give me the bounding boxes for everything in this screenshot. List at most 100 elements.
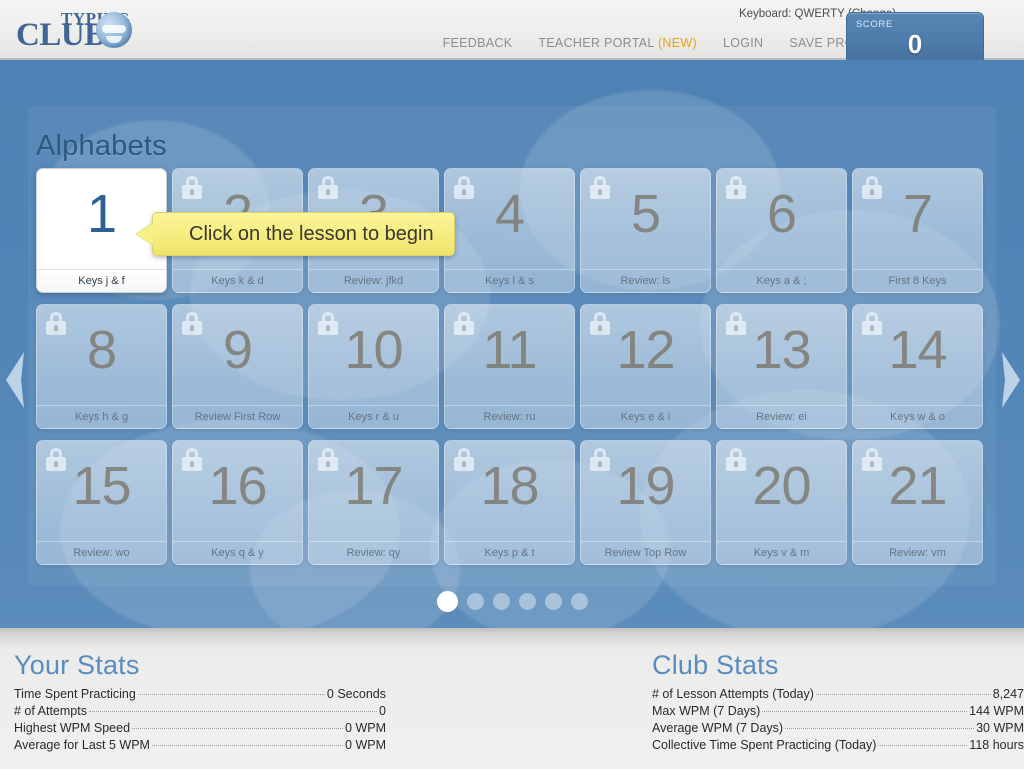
stat-leader-dots	[151, 745, 344, 746]
lesson-number: 4	[494, 184, 525, 244]
lesson-board-background: Alphabets 1Keys j & f2Keys k & d3Review:…	[0, 60, 1024, 628]
lesson-number: 21	[888, 456, 947, 516]
lesson-tile-16[interactable]: 16 Keys q & y	[172, 440, 303, 565]
stat-value: 0 WPM	[345, 721, 386, 735]
lesson-number: 14	[888, 320, 947, 380]
lesson-tile-12[interactable]: 12 Keys e & i	[580, 304, 711, 429]
stat-leader-dots	[88, 711, 378, 712]
stat-row: Time Spent Practicing 0 Seconds	[14, 686, 386, 703]
lesson-tile-21[interactable]: 21 Review: vm	[852, 440, 983, 565]
stat-row: # of Lesson Attempts (Today) 8,247	[652, 686, 1024, 703]
lesson-tile-7[interactable]: 7 First 8 Keys	[852, 168, 983, 293]
lesson-number: 9	[222, 320, 253, 380]
lesson-tile-8[interactable]: 8 Keys h & g	[36, 304, 167, 429]
lesson-tile-18[interactable]: 18 Keys p & t	[444, 440, 575, 565]
score-box: SCORE 0	[846, 12, 984, 62]
lesson-tile-14[interactable]: 14 Keys w & o	[852, 304, 983, 429]
lesson-number: 11	[482, 320, 537, 380]
lesson-row: 8 Keys h & g 9 Review First Row 10 Keys r & u…	[36, 304, 988, 440]
instruction-callout-text: Click on the lesson to begin	[189, 222, 434, 245]
lesson-label: Keys a & ;	[717, 269, 846, 287]
stat-leader-dots	[137, 694, 325, 695]
club-stats-title: Club Stats	[652, 650, 779, 680]
stat-value: 0	[379, 704, 386, 718]
stat-leader-dots	[815, 694, 991, 695]
lesson-tile-15[interactable]: 15 Review: wo	[36, 440, 167, 565]
prev-page-arrow[interactable]	[2, 350, 28, 410]
lesson-number: 19	[616, 456, 675, 516]
stat-row: Max WPM (7 Days) 144 WPM	[652, 703, 1024, 720]
pagination-dot-5[interactable]	[544, 593, 562, 610]
stat-label: Collective Time Spent Practicing (Today)	[652, 738, 877, 752]
stat-value: 8,247	[992, 687, 1024, 701]
stat-label: # of Attempts	[14, 704, 87, 718]
stat-leader-dots	[762, 711, 968, 712]
your-stats-title: Your Stats	[14, 650, 140, 680]
lesson-tile-9[interactable]: 9 Review First Row	[172, 304, 303, 429]
club-stats-panel: Club Stats # of Lesson Attempts (Today) 8…	[652, 650, 1024, 754]
nav-feedback[interactable]: FEEDBACK	[443, 36, 513, 50]
pagination-dot-6[interactable]	[570, 593, 588, 610]
main-navigation: FEEDBACK TEACHER PORTAL (NEW) LOGIN SAVE…	[443, 36, 900, 50]
lesson-number: 16	[208, 456, 267, 516]
chevron-right-icon	[1002, 352, 1020, 408]
stat-value: 118 hours	[969, 738, 1024, 752]
lesson-label: Keys q & y	[173, 541, 302, 559]
lesson-tile-5[interactable]: 5 Review: ls	[580, 168, 711, 293]
lesson-tile-11[interactable]: 11 Review: ru	[444, 304, 575, 429]
mascot-icon	[96, 12, 132, 48]
next-page-arrow[interactable]	[998, 350, 1024, 410]
stat-leader-dots	[785, 728, 975, 729]
lesson-number: 10	[344, 320, 403, 380]
lesson-label: Keys e & i	[581, 405, 710, 423]
nav-login[interactable]: LOGIN	[723, 36, 763, 50]
lesson-label: Review: ei	[717, 405, 846, 423]
lesson-label: Keys h & g	[37, 405, 166, 423]
stat-row: Average for Last 5 WPM 0 WPM	[14, 737, 386, 754]
chevron-left-icon	[6, 352, 24, 408]
lesson-number: 5	[630, 184, 661, 244]
carousel-pagination	[0, 591, 1024, 612]
pagination-dot-1[interactable]	[436, 591, 458, 612]
stat-row: Collective Time Spent Practicing (Today)…	[652, 737, 1024, 754]
stat-label: Max WPM (7 Days)	[652, 704, 761, 718]
lesson-tile-4[interactable]: 4 Keys l & s	[444, 168, 575, 293]
lesson-tile-17[interactable]: 17 Review: qy	[308, 440, 439, 565]
pagination-dot-2[interactable]	[466, 593, 484, 610]
lesson-tile-13[interactable]: 13 Review: ei	[716, 304, 847, 429]
stat-label: Highest WPM Speed	[14, 721, 131, 735]
lesson-number: 12	[616, 320, 675, 380]
pagination-dot-3[interactable]	[492, 593, 510, 610]
lesson-number: 20	[752, 456, 811, 516]
your-stats-panel: Your Stats Time Spent Practicing 0 Second…	[14, 650, 386, 754]
page-title: Alphabets	[36, 130, 167, 162]
lesson-label: Review First Row	[173, 405, 302, 423]
stat-row: Average WPM (7 Days) 30 WPM	[652, 720, 1024, 737]
lesson-label: Review: qy	[309, 541, 438, 559]
stat-label: Average WPM (7 Days)	[652, 721, 784, 735]
lesson-tile-10[interactable]: 10 Keys r & u	[308, 304, 439, 429]
lesson-label: Keys r & u	[309, 405, 438, 423]
lesson-label: Keys k & d	[173, 269, 302, 287]
typingclub-logo[interactable]: CLUB TYPING	[14, 6, 144, 53]
score-value: 0	[907, 29, 923, 59]
app-header: CLUB TYPING Keyboard: QWERTY (Change) FE…	[0, 0, 1024, 62]
lesson-tile-20[interactable]: 20 Keys v & m	[716, 440, 847, 565]
lesson-label: Keys w & o	[853, 405, 982, 423]
stat-value: 144 WPM	[969, 704, 1024, 718]
lesson-label: Keys p & t	[445, 541, 574, 559]
nav-new-badge: (NEW)	[657, 36, 697, 50]
lesson-label: Keys l & s	[445, 269, 574, 287]
pagination-dot-4[interactable]	[518, 593, 536, 610]
lesson-number: 7	[902, 184, 933, 244]
lesson-label: Review: ru	[445, 405, 574, 423]
stat-value: 0 WPM	[345, 738, 386, 752]
nav-teacher-portal[interactable]: TEACHER PORTAL (NEW)	[538, 36, 697, 50]
lesson-number: 17	[344, 456, 403, 516]
lesson-tile-6[interactable]: 6 Keys a & ;	[716, 168, 847, 293]
lesson-label: Review: ls	[581, 269, 710, 287]
stat-label: Time Spent Practicing	[14, 687, 136, 701]
lesson-tile-19[interactable]: 19 Review Top Row	[580, 440, 711, 565]
lesson-number: 15	[72, 456, 131, 516]
stat-leader-dots	[132, 728, 344, 729]
